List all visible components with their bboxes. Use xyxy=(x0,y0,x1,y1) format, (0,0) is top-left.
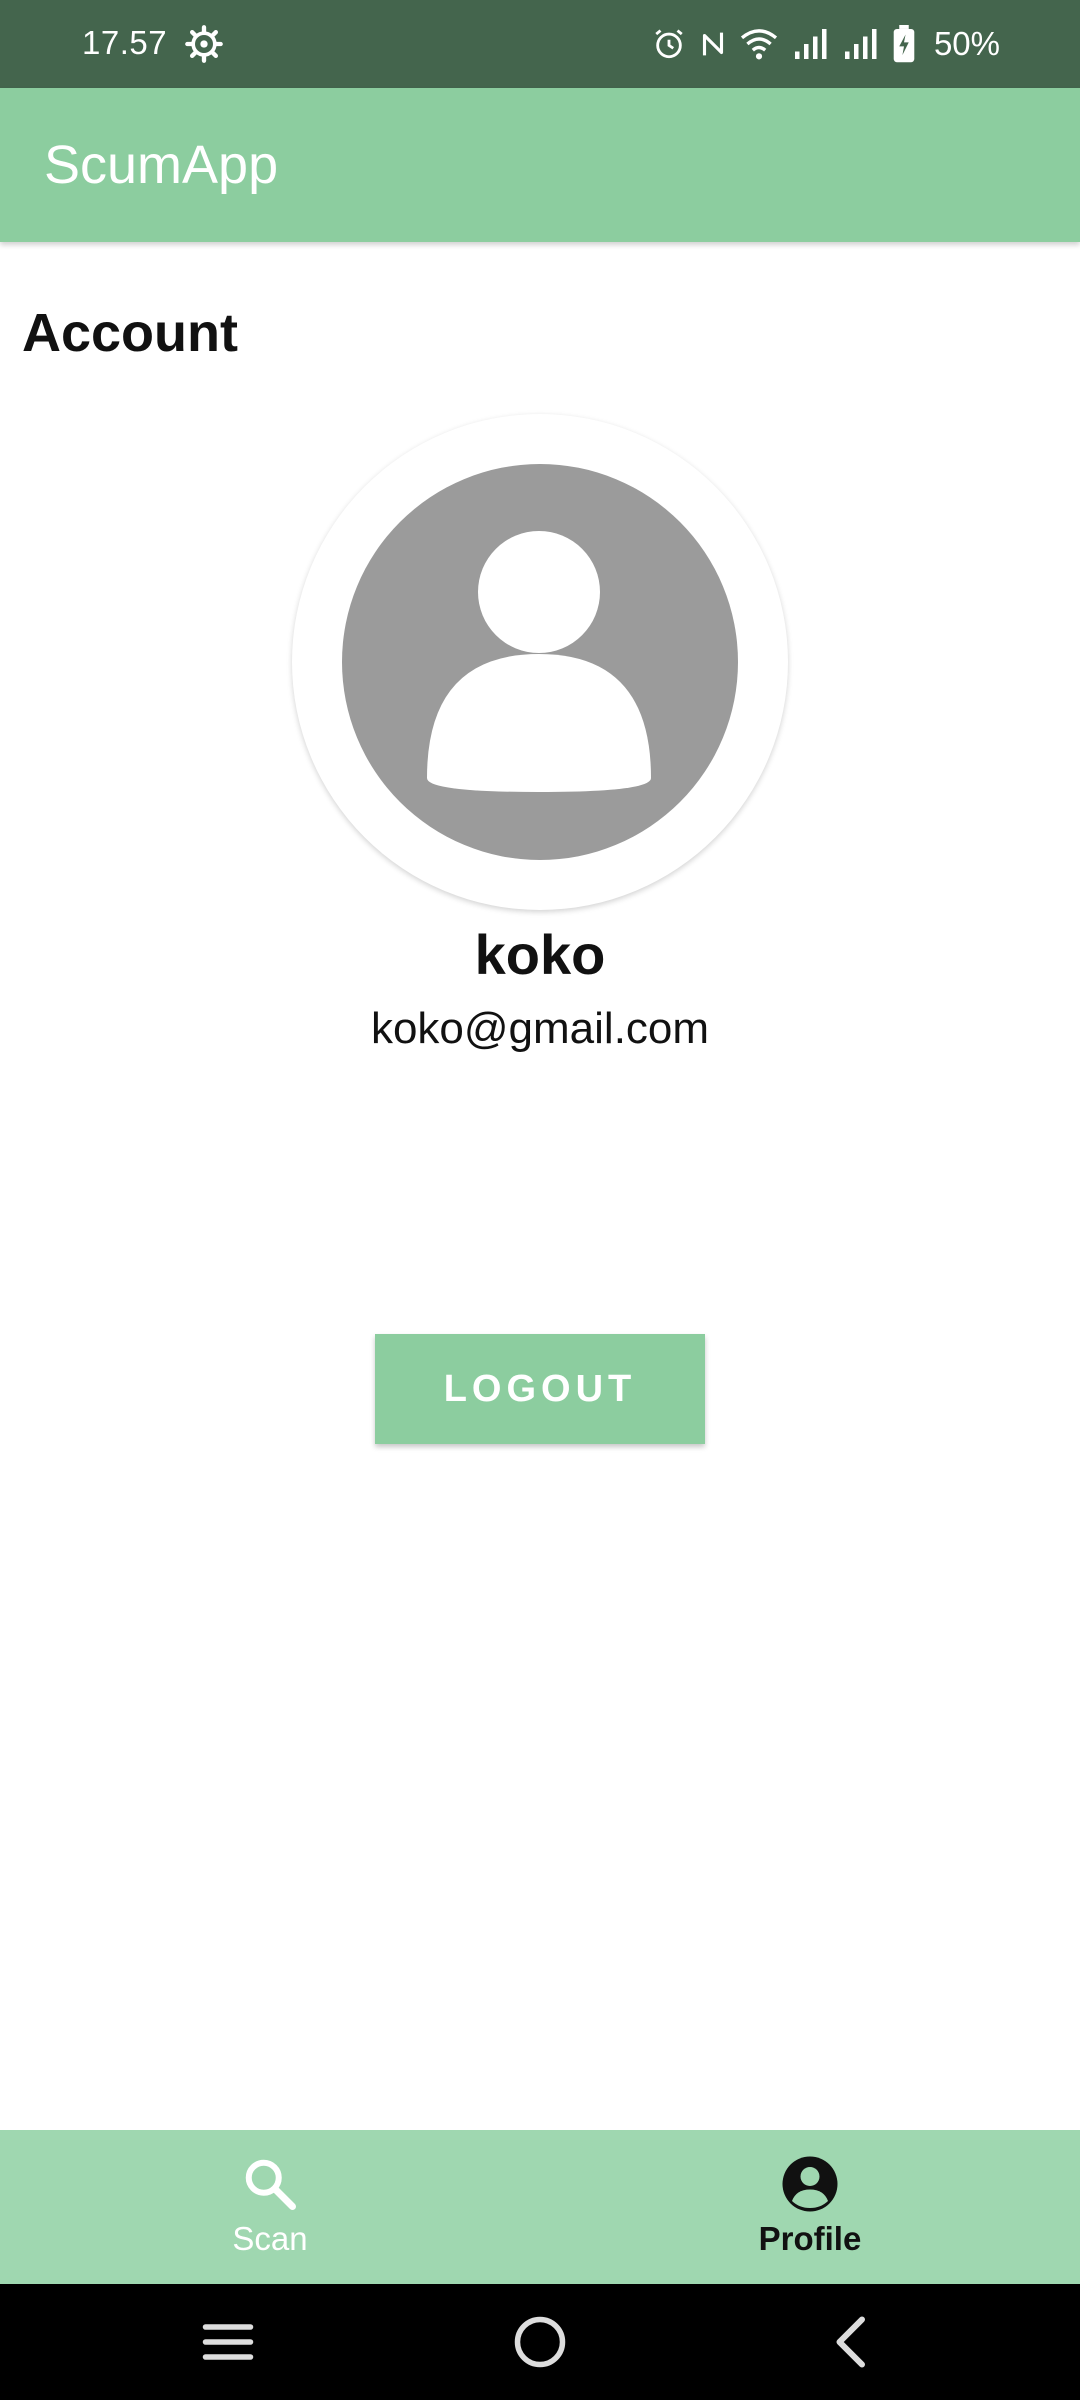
account-circle-icon xyxy=(782,2156,838,2212)
status-time: 17.57 xyxy=(82,24,168,61)
app-bar: ScumApp xyxy=(0,88,1080,242)
signal-icon xyxy=(794,29,827,59)
status-icons: 50% xyxy=(652,22,1000,66)
section-title: Account xyxy=(22,303,238,363)
profile-name: koko xyxy=(474,923,606,986)
search-icon xyxy=(245,2159,296,2210)
nav-label-profile: Profile xyxy=(758,2220,862,2257)
system-nav-bar xyxy=(0,2284,1080,2400)
avatar xyxy=(292,414,788,910)
back-icon[interactable] xyxy=(822,2312,882,2372)
wifi-icon xyxy=(740,29,778,60)
alarm-icon xyxy=(655,29,683,59)
nav-label-scan: Scan xyxy=(232,2220,308,2257)
avatar-circle xyxy=(342,464,738,860)
profile-email: koko@gmail.com xyxy=(370,1004,710,1053)
battery-percent: 50% xyxy=(933,25,1000,62)
home-icon[interactable] xyxy=(510,2312,570,2372)
battery-charging-icon xyxy=(893,25,915,63)
menu-icon[interactable] xyxy=(198,2312,258,2372)
nfc-icon xyxy=(702,32,723,56)
nav-item-scan[interactable]: Scan xyxy=(0,2130,540,2284)
person-icon xyxy=(427,531,651,792)
screen: 17.57 50% ScumApp Account koko koko@gmai… xyxy=(0,0,1080,2400)
nav-item-profile[interactable]: Profile xyxy=(540,2130,1080,2284)
bottom-nav: Scan Profile xyxy=(0,2130,1080,2284)
signal-icon xyxy=(844,29,877,59)
app-title: ScumApp xyxy=(44,135,279,195)
logout-button[interactable]: LOGOUT xyxy=(375,1334,705,1444)
status-bar: 17.57 50% xyxy=(0,0,1080,88)
gear-icon xyxy=(185,25,223,63)
